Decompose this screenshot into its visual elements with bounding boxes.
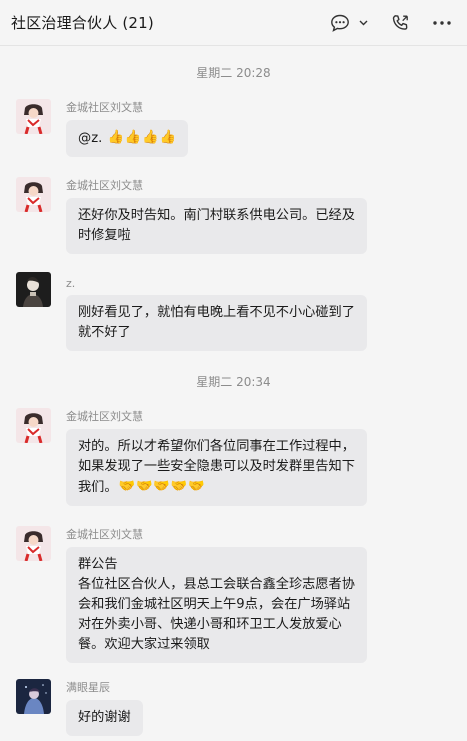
thumbs-up-icon: 👍: [159, 130, 177, 145]
phone-icon[interactable]: [387, 10, 413, 36]
announcement-bubble: 群公告 各位社区合伙人，县总工会联合鑫全珍志愿者协 会和我们金城社区明天上午9点…: [66, 547, 367, 663]
chat-header: 社区治理合伙人 (21): [0, 0, 467, 46]
chat-bubble-icon[interactable]: [323, 10, 357, 36]
avatar[interactable]: [16, 408, 51, 443]
thumbs-up-icon: 👍: [124, 130, 142, 145]
message-text: @z.: [78, 131, 107, 146]
handshake-icon: 🤝: [118, 479, 135, 494]
message-text-line: 时修复啦: [78, 228, 131, 243]
message-text-line: 对在外卖小哥、快递小哥和环卫工人发放爱心: [78, 617, 342, 632]
message-bubble: 刚好看见了，就怕有电晚上看不见不小心碰到了 就不好了: [66, 295, 367, 351]
avatar[interactable]: [16, 99, 51, 134]
header-actions: [323, 10, 455, 36]
message-text-line: 对的。所以才希望你们各位同事在工作过程中，: [78, 439, 355, 454]
more-dots-icon[interactable]: [429, 10, 455, 36]
announcement-heading: 群公告: [78, 557, 118, 572]
handshake-emoji-row: 🤝 🤝 🤝 🤝 🤝: [118, 477, 205, 497]
avatar[interactable]: [16, 526, 51, 561]
handshake-icon: 🤝: [135, 479, 153, 494]
sender-name: 金城社区刘文慧: [66, 410, 143, 423]
sender-name: z.: [66, 277, 76, 290]
sender-name: 金城社区刘文慧: [66, 528, 143, 541]
handshake-icon: 🤝: [153, 479, 170, 494]
message-text-line: 如果发现了一些安全隐患可以及时发群里告知下: [78, 459, 355, 474]
avatar[interactable]: [16, 272, 51, 307]
message-text: 我们。: [78, 480, 118, 495]
message-bubble: 好的谢谢: [66, 700, 143, 736]
message-text-line: 我们。 🤝 🤝 🤝 🤝 🤝: [78, 477, 355, 498]
thumbs-up-icon: 👍: [142, 130, 159, 145]
message-bubble: 对的。所以才希望你们各位同事在工作过程中， 如果发现了一些安全隐患可以及时发群里…: [66, 429, 367, 506]
message-list[interactable]: 星期二 20:28 金城社区刘文慧 @z. 👍 👍 👍 👍 金城社区刘文慧 还好你及时…: [0, 46, 467, 741]
message-text-line: 还好你及时告知。南门村联系供电公司。已经及: [78, 208, 355, 223]
chat-title: 社区治理合伙人 (21): [11, 14, 154, 32]
handshake-icon: 🤝: [188, 479, 205, 494]
sender-name: 金城社区刘文慧: [66, 101, 143, 114]
message-text-line: 餐。欢迎大家过来领取: [78, 637, 210, 652]
thumbs-up-icon: 👍: [107, 130, 124, 145]
message-text-line: 各位社区合伙人，县总工会联合鑫全珍志愿者协: [78, 577, 355, 592]
avatar[interactable]: [16, 679, 51, 714]
timestamp: 星期二 20:34: [196, 375, 271, 389]
handshake-icon: 🤝: [170, 479, 188, 494]
sender-name: 满眼星辰: [66, 681, 110, 694]
chevron-down-icon[interactable]: [357, 10, 369, 36]
thumbs-up-emoji-row: 👍 👍 👍 👍: [107, 128, 177, 148]
message-text-line: 会和我们金城社区明天上午9点，会在广场驿站: [78, 597, 351, 612]
message-bubble: 还好你及时告知。南门村联系供电公司。已经及 时修复啦: [66, 198, 367, 254]
message-text-line: 刚好看见了，就怕有电晚上看不见不小心碰到了: [78, 305, 355, 320]
message-text-line: 就不好了: [78, 325, 131, 340]
message-text-line: 好的谢谢: [78, 710, 131, 725]
message-bubble: @z. 👍 👍 👍 👍: [66, 120, 189, 157]
avatar[interactable]: [16, 177, 51, 212]
sender-name: 金城社区刘文慧: [66, 179, 143, 192]
timestamp: 星期二 20:28: [196, 66, 271, 80]
